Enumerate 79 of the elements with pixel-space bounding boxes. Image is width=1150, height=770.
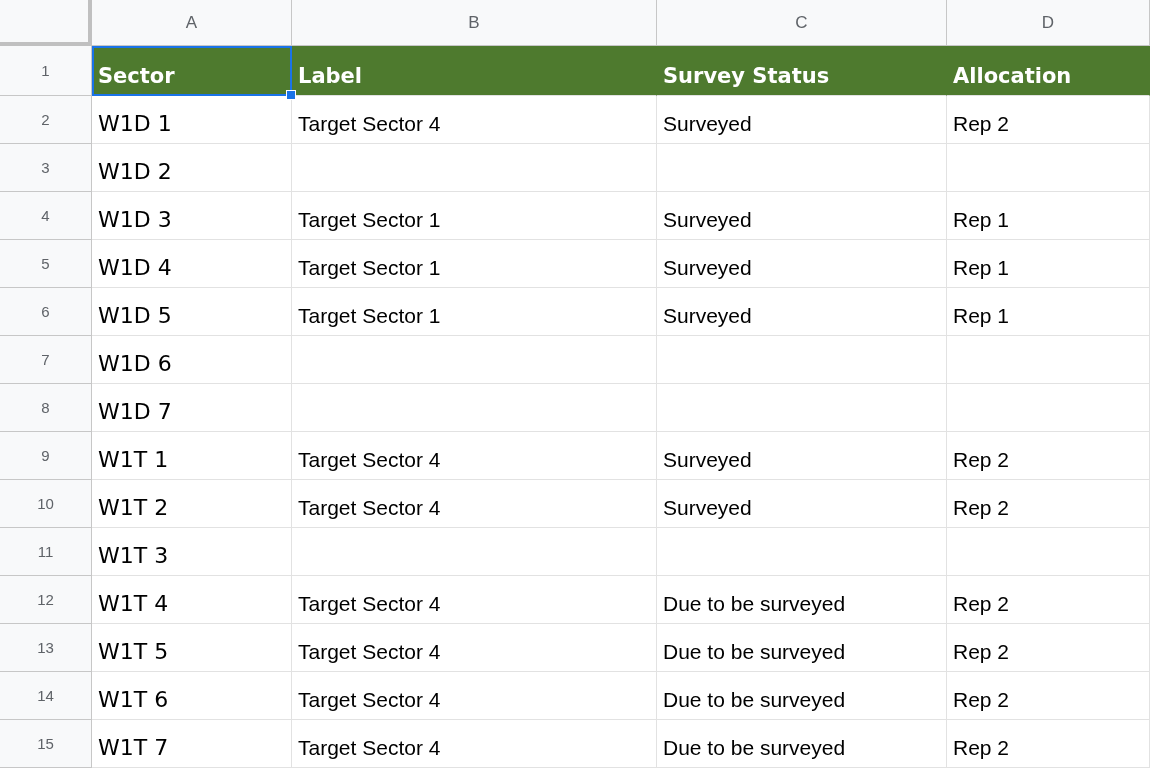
table-cell[interactable] [947, 384, 1150, 432]
table-cell[interactable]: W1D 2 [92, 144, 292, 192]
header-cell[interactable]: Survey Status [657, 46, 947, 96]
table-cell[interactable]: Target Sector 4 [292, 624, 657, 672]
row-header[interactable]: 14 [0, 672, 92, 720]
table-cell[interactable]: W1T 2 [92, 480, 292, 528]
column-header[interactable]: D [947, 0, 1150, 46]
table-cell[interactable]: W1T 5 [92, 624, 292, 672]
table-cell[interactable]: W1D 4 [92, 240, 292, 288]
row-header[interactable]: 1 [0, 46, 92, 96]
table-cell[interactable]: Surveyed [657, 480, 947, 528]
table-cell[interactable]: Target Sector 4 [292, 432, 657, 480]
table-cell[interactable]: W1D 6 [92, 336, 292, 384]
row-header[interactable]: 11 [0, 528, 92, 576]
row-header[interactable]: 2 [0, 96, 92, 144]
row-header[interactable]: 5 [0, 240, 92, 288]
header-cell[interactable]: Label [292, 46, 657, 96]
table-cell[interactable] [657, 144, 947, 192]
table-cell[interactable]: W1D 5 [92, 288, 292, 336]
table-cell[interactable] [947, 144, 1150, 192]
table-cell[interactable]: Surveyed [657, 288, 947, 336]
table-cell[interactable]: Target Sector 1 [292, 240, 657, 288]
table-cell[interactable] [657, 384, 947, 432]
table-cell[interactable]: W1D 7 [92, 384, 292, 432]
table-cell[interactable] [292, 528, 657, 576]
row-header[interactable]: 3 [0, 144, 92, 192]
table-cell[interactable]: Surveyed [657, 96, 947, 144]
table-cell[interactable]: Due to be surveyed [657, 720, 947, 768]
row-header[interactable]: 13 [0, 624, 92, 672]
table-cell[interactable]: Rep 2 [947, 720, 1150, 768]
table-cell[interactable]: Rep 2 [947, 480, 1150, 528]
table-cell[interactable]: Rep 2 [947, 576, 1150, 624]
table-cell[interactable]: W1T 3 [92, 528, 292, 576]
row-header[interactable]: 9 [0, 432, 92, 480]
table-cell[interactable]: Surveyed [657, 432, 947, 480]
row-header[interactable]: 15 [0, 720, 92, 768]
table-cell[interactable] [292, 384, 657, 432]
table-cell[interactable] [292, 144, 657, 192]
select-all-corner[interactable] [0, 0, 92, 46]
table-cell[interactable]: Rep 1 [947, 240, 1150, 288]
table-cell[interactable] [947, 336, 1150, 384]
header-cell[interactable]: Allocation [947, 46, 1150, 96]
row-header[interactable]: 7 [0, 336, 92, 384]
table-cell[interactable]: Target Sector 1 [292, 192, 657, 240]
table-cell[interactable]: W1D 3 [92, 192, 292, 240]
table-cell[interactable]: W1T 4 [92, 576, 292, 624]
table-cell[interactable]: Target Sector 4 [292, 672, 657, 720]
table-cell[interactable]: Rep 1 [947, 192, 1150, 240]
table-cell[interactable]: Rep 2 [947, 96, 1150, 144]
table-cell[interactable]: Due to be surveyed [657, 672, 947, 720]
row-header[interactable]: 10 [0, 480, 92, 528]
table-cell[interactable]: Due to be surveyed [657, 624, 947, 672]
table-cell[interactable]: Due to be surveyed [657, 576, 947, 624]
table-cell[interactable]: Rep 2 [947, 432, 1150, 480]
table-cell[interactable]: Rep 1 [947, 288, 1150, 336]
column-header[interactable]: C [657, 0, 947, 46]
table-cell[interactable]: Target Sector 4 [292, 720, 657, 768]
table-cell[interactable]: W1T 7 [92, 720, 292, 768]
table-cell[interactable] [947, 528, 1150, 576]
table-cell[interactable]: Target Sector 4 [292, 96, 657, 144]
table-cell[interactable]: W1T 1 [92, 432, 292, 480]
row-header[interactable]: 4 [0, 192, 92, 240]
table-cell[interactable] [657, 528, 947, 576]
table-cell[interactable]: Target Sector 4 [292, 576, 657, 624]
table-cell[interactable]: Surveyed [657, 192, 947, 240]
table-cell[interactable] [657, 336, 947, 384]
fill-handle[interactable] [286, 90, 296, 100]
table-cell[interactable]: Rep 2 [947, 672, 1150, 720]
column-header[interactable]: B [292, 0, 657, 46]
table-cell[interactable]: Target Sector 4 [292, 480, 657, 528]
table-cell[interactable]: Surveyed [657, 240, 947, 288]
column-header[interactable]: A [92, 0, 292, 46]
row-header[interactable]: 8 [0, 384, 92, 432]
row-header[interactable]: 6 [0, 288, 92, 336]
row-header[interactable]: 12 [0, 576, 92, 624]
table-cell[interactable]: W1T 6 [92, 672, 292, 720]
table-cell[interactable]: Rep 2 [947, 624, 1150, 672]
table-cell[interactable]: Target Sector 1 [292, 288, 657, 336]
table-cell[interactable] [292, 336, 657, 384]
